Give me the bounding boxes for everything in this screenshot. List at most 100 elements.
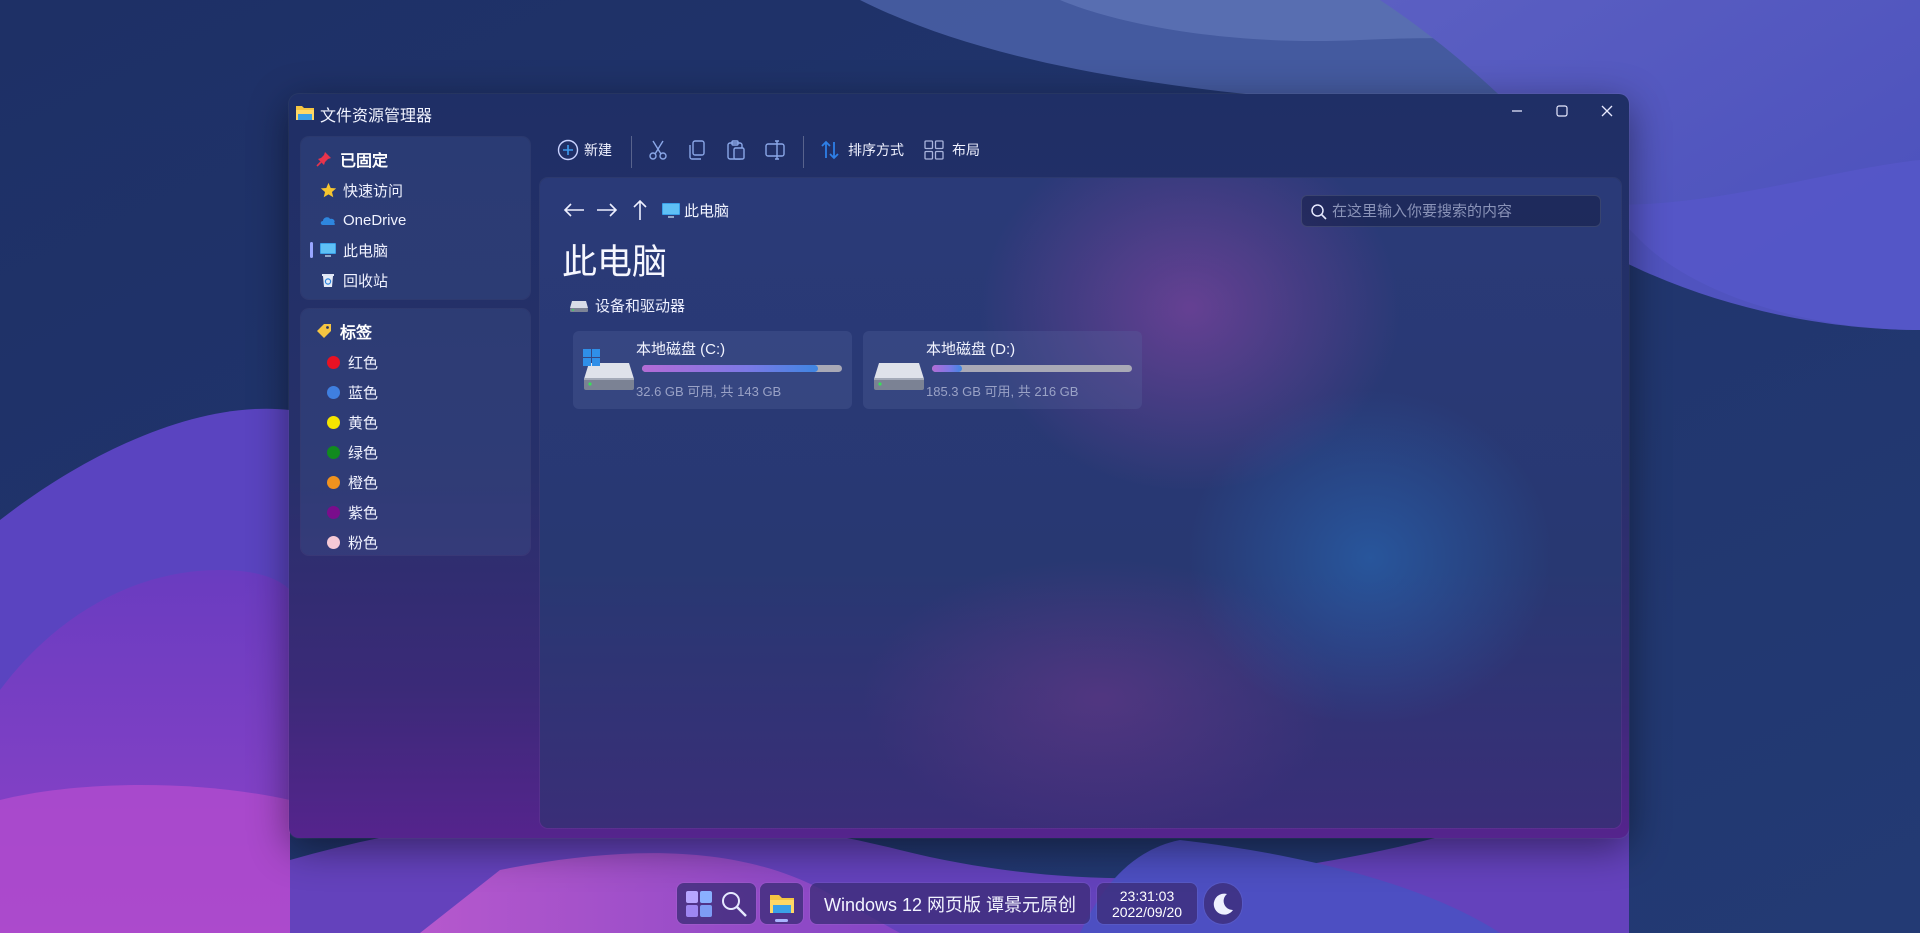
tag-icon xyxy=(317,324,331,338)
tag-color-dot xyxy=(327,445,340,459)
layout-button-label: 布局 xyxy=(952,142,980,158)
clock-time: 23:31:03 xyxy=(1119,887,1175,904)
close-button[interactable] xyxy=(1587,98,1627,124)
cloud-icon xyxy=(319,211,337,229)
grid-layout-icon xyxy=(922,138,946,162)
pin-icon xyxy=(316,152,331,167)
close-icon xyxy=(1601,105,1613,117)
minimize-button[interactable] xyxy=(1497,98,1537,124)
breadcrumb[interactable]: 此电脑 xyxy=(661,200,729,221)
section-title: 设备和驱动器 xyxy=(569,295,685,316)
taskbar-window-title[interactable]: Windows 12 网页版 谭景元原创 xyxy=(810,883,1090,924)
drive-name: 本地磁盘 (C:) xyxy=(636,341,726,358)
sidebar-tag-blue[interactable]: 蓝色 xyxy=(319,379,519,405)
maximize-button[interactable] xyxy=(1542,98,1582,124)
content-pane: 此电脑 此电脑 设备和驱动器 本地磁盘 (C:) xyxy=(540,178,1621,828)
sidebar-tag-red[interactable]: 红色 xyxy=(319,349,519,375)
tag-color-dot xyxy=(327,475,340,489)
sort-button-label: 排序方式 xyxy=(848,142,904,158)
sidebar-item-label: 橙色 xyxy=(348,474,379,492)
search-icon xyxy=(722,891,748,917)
drive-c[interactable]: 本地磁盘 (C:) 32.6 GB 可用, 共 143 GB xyxy=(573,331,852,409)
search-input[interactable] xyxy=(1332,196,1594,226)
sidebar-tag-yellow[interactable]: 黄色 xyxy=(319,409,519,435)
clock-date: 2022/09/20 xyxy=(1111,903,1183,920)
arrow-up-icon xyxy=(633,199,647,220)
drive-usage-bar xyxy=(642,365,842,372)
sidebar-tag-pink[interactable]: 粉色 xyxy=(319,529,519,555)
window-title: 文件资源管理器 xyxy=(320,108,433,125)
paste-button[interactable] xyxy=(724,134,748,166)
sidebar-item-this-pc[interactable]: 此电脑 xyxy=(310,237,519,263)
sort-button[interactable]: 排序方式 xyxy=(818,134,904,166)
drive-usage-fill xyxy=(642,365,818,372)
new-button-label: 新建 xyxy=(584,142,612,158)
sidebar-tag-orange[interactable]: 橙色 xyxy=(319,469,519,495)
sidebar-item-label: 回收站 xyxy=(343,272,389,290)
monitor-icon xyxy=(662,202,680,218)
sidebar-item-label: 黄色 xyxy=(348,414,379,432)
rename-icon xyxy=(763,138,787,162)
breadcrumb-item: 此电脑 xyxy=(684,203,730,220)
search-button[interactable] xyxy=(720,890,748,918)
sidebar-item-label: 此电脑 xyxy=(343,242,389,260)
toolbar-divider xyxy=(803,136,804,168)
sidebar-item-label: 紫色 xyxy=(348,504,379,522)
layout-button[interactable]: 布局 xyxy=(922,134,980,166)
drive-name: 本地磁盘 (D:) xyxy=(926,341,1016,358)
drive-d[interactable]: 本地磁盘 (D:) 185.3 GB 可用, 共 216 GB xyxy=(863,331,1142,409)
sidebar-item-label: 粉色 xyxy=(348,534,379,552)
new-button[interactable]: 新建 xyxy=(556,134,612,166)
back-button[interactable] xyxy=(560,196,588,224)
forward-button[interactable] xyxy=(593,196,621,224)
drive-icon xyxy=(570,300,588,312)
star-icon xyxy=(319,181,337,199)
tag-color-dot xyxy=(327,355,340,369)
theme-toggle-button[interactable] xyxy=(1204,883,1242,924)
recycle-bin-icon xyxy=(319,271,337,289)
tag-color-dot xyxy=(327,415,340,429)
taskbar-clock[interactable]: 23:31:03 2022/09/20 xyxy=(1097,883,1197,924)
drive-size-text: 32.6 GB 可用, 共 143 GB xyxy=(636,384,782,399)
sidebar-item-label: 红色 xyxy=(348,354,379,372)
file-explorer-window: 文件资源管理器 已固定 快速访问 OneDrive 此电脑 回收站 标签 红色 … xyxy=(289,94,1629,838)
drive-size-text: 185.3 GB 可用, 共 216 GB xyxy=(926,384,1079,399)
scissors-icon xyxy=(646,138,670,162)
minimize-icon xyxy=(1512,110,1522,112)
folder-icon xyxy=(769,894,794,913)
title-bar[interactable]: 文件资源管理器 xyxy=(289,94,1629,128)
taskbar-start-search xyxy=(677,883,756,924)
arrow-left-icon xyxy=(563,203,584,217)
sort-icon xyxy=(818,138,842,162)
search-icon xyxy=(1311,204,1327,220)
taskbar-app-title: Windows 12 网页版 谭景元原创 xyxy=(823,894,1077,915)
copy-button[interactable] xyxy=(685,134,709,166)
system-drive-icon xyxy=(583,349,634,390)
sidebar-item-recycle-bin[interactable]: 回收站 xyxy=(319,267,519,293)
copy-icon xyxy=(685,138,709,162)
sidebar-tag-purple[interactable]: 紫色 xyxy=(319,499,519,525)
sidebar-item-label: OneDrive xyxy=(343,211,407,229)
rename-button[interactable] xyxy=(763,134,787,166)
sidebar-item-label: 蓝色 xyxy=(348,384,379,402)
search-box[interactable] xyxy=(1301,195,1601,227)
sidebar-item-label: 快速访问 xyxy=(343,182,404,200)
sidebar-item-onedrive[interactable]: OneDrive xyxy=(319,207,519,233)
sidebar-pinned-heading: 已固定 xyxy=(315,147,388,171)
sidebar-tags-heading: 标签 xyxy=(315,319,372,343)
clipboard-icon xyxy=(724,138,748,162)
sidebar-tag-green[interactable]: 绿色 xyxy=(319,439,519,465)
cut-button[interactable] xyxy=(646,134,670,166)
tag-color-dot xyxy=(327,535,340,549)
up-button[interactable] xyxy=(626,196,654,224)
sidebar-item-quick-access[interactable]: 快速访问 xyxy=(319,177,519,203)
drive-usage-fill xyxy=(932,365,962,372)
sidebar-item-label: 绿色 xyxy=(348,444,379,462)
taskbar-file-explorer[interactable] xyxy=(760,883,803,924)
active-app-indicator xyxy=(775,919,788,922)
sidebar-tags-section: 标签 红色 蓝色 黄色 绿色 橙色 紫色 粉色 xyxy=(301,309,530,555)
folder-icon xyxy=(296,106,314,120)
start-button[interactable] xyxy=(685,890,713,918)
monitor-icon xyxy=(319,241,337,259)
sidebar-pinned-section: 已固定 快速访问 OneDrive 此电脑 回收站 xyxy=(301,137,530,299)
